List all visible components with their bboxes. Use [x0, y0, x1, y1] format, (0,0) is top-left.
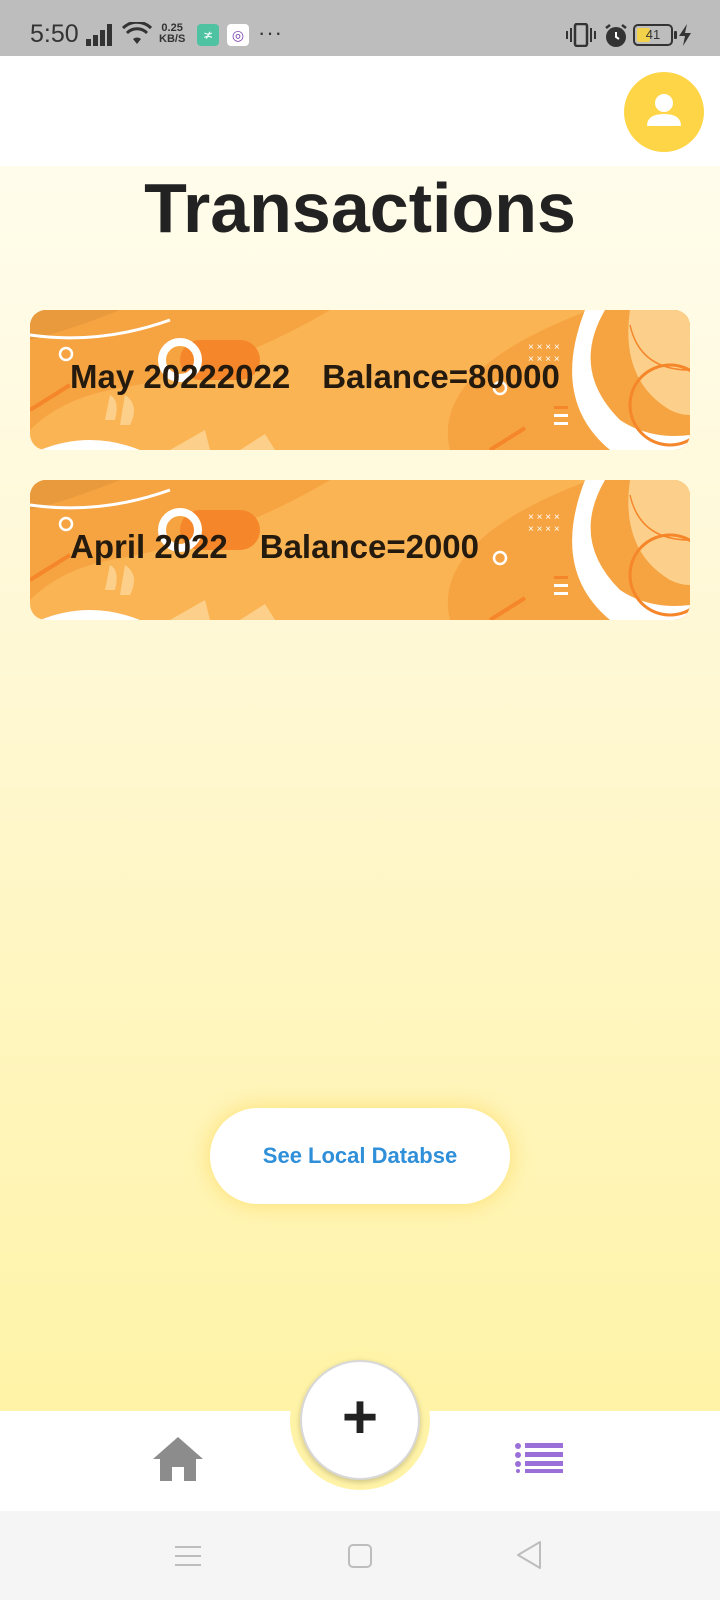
recent-apps-icon[interactable] — [175, 1544, 201, 1568]
network-speed-unit: KB/S — [159, 33, 186, 45]
network-speed: 0.25 KB/S — [159, 23, 185, 45]
more-icon: ··· — [258, 20, 283, 45]
list-icon[interactable] — [515, 1443, 563, 1473]
transaction-card[interactable]: × × × × × × × × May 20222022 Balance=8000… — [30, 310, 690, 450]
system-home-icon[interactable] — [348, 1544, 372, 1568]
app-bar — [0, 56, 720, 166]
wifi-icon — [122, 22, 152, 44]
charging-icon — [679, 24, 691, 46]
home-icon[interactable] — [152, 1436, 204, 1482]
transaction-label: April 2022 Balance=2000 — [70, 528, 479, 566]
svg-text:× × × ×: × × × × — [528, 524, 560, 535]
app-background — [0, 56, 720, 1411]
back-icon[interactable] — [516, 1540, 542, 1570]
add-transaction-button[interactable]: + — [300, 1360, 420, 1480]
app-notification-icon: ≭ — [197, 24, 219, 46]
transaction-balance: Balance=80000 — [322, 358, 560, 395]
alarm-icon — [605, 24, 627, 47]
svg-text:× × × ×: × × × × — [528, 512, 560, 523]
plus-icon: + — [341, 1383, 379, 1452]
vibrate-icon — [566, 23, 596, 47]
signal-icon — [86, 24, 112, 46]
transaction-balance: Balance=2000 — [259, 528, 480, 565]
app-notification-icon: ◎ — [227, 24, 249, 46]
profile-avatar-button[interactable] — [624, 72, 704, 152]
transaction-label: May 20222022 Balance=80000 — [70, 358, 560, 396]
battery-level: 41 — [645, 27, 661, 42]
svg-text:× × × ×: × × × × — [528, 342, 560, 353]
status-bar: 5:50 0.25 KB/S ≭ ◎ ··· 41 — [0, 0, 720, 56]
page-title: Transactions — [144, 169, 576, 247]
transaction-card[interactable]: × × × × × × × × April 2022 Balance=2000 — [30, 480, 690, 620]
battery-icon: 41 — [633, 24, 677, 46]
user-icon — [647, 94, 681, 126]
transaction-month: April 2022 — [70, 528, 228, 565]
status-time: 5:50 — [30, 20, 79, 48]
see-local-database-button[interactable]: See Local Databse — [210, 1108, 510, 1204]
transaction-month: May 20222022 — [70, 358, 291, 395]
